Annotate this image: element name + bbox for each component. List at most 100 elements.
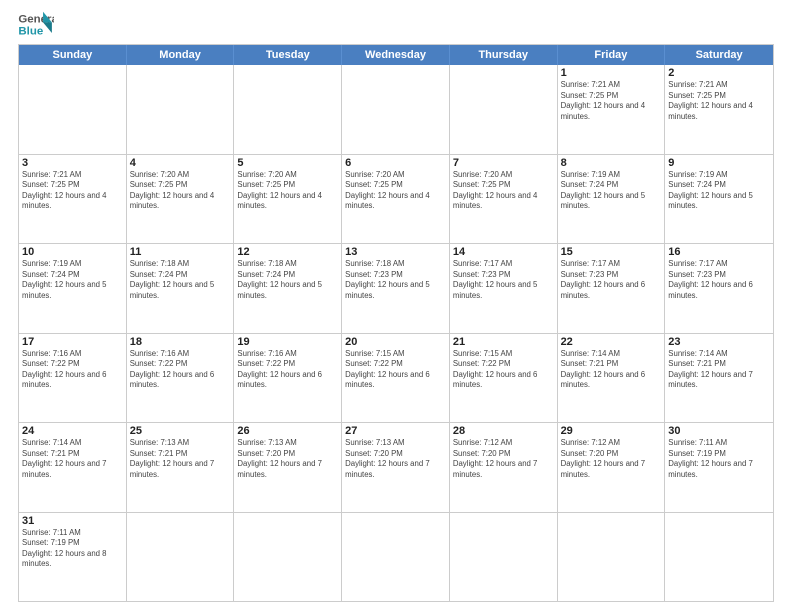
calendar-row: 31Sunrise: 7:11 AM Sunset: 7:19 PM Dayli… <box>19 512 773 602</box>
page: General Blue SundayMondayTuesdayWednesda… <box>0 0 792 612</box>
day-info: Sunrise: 7:16 AM Sunset: 7:22 PM Dayligh… <box>237 349 338 391</box>
calendar-cell: 10Sunrise: 7:19 AM Sunset: 7:24 PM Dayli… <box>19 244 127 333</box>
svg-text:Blue: Blue <box>18 26 43 38</box>
day-info: Sunrise: 7:12 AM Sunset: 7:20 PM Dayligh… <box>561 438 662 480</box>
day-info: Sunrise: 7:12 AM Sunset: 7:20 PM Dayligh… <box>453 438 554 480</box>
calendar-body: 1Sunrise: 7:21 AM Sunset: 7:25 PM Daylig… <box>19 65 773 601</box>
day-info: Sunrise: 7:11 AM Sunset: 7:19 PM Dayligh… <box>22 528 123 570</box>
day-info: Sunrise: 7:11 AM Sunset: 7:19 PM Dayligh… <box>668 438 770 480</box>
calendar-cell: 17Sunrise: 7:16 AM Sunset: 7:22 PM Dayli… <box>19 334 127 423</box>
calendar-cell <box>127 65 235 154</box>
calendar-cell: 19Sunrise: 7:16 AM Sunset: 7:22 PM Dayli… <box>234 334 342 423</box>
calendar-cell: 22Sunrise: 7:14 AM Sunset: 7:21 PM Dayli… <box>558 334 666 423</box>
day-number: 5 <box>237 157 338 169</box>
day-number: 26 <box>237 425 338 437</box>
calendar-cell: 15Sunrise: 7:17 AM Sunset: 7:23 PM Dayli… <box>558 244 666 333</box>
weekday-header: Tuesday <box>234 45 342 65</box>
day-info: Sunrise: 7:20 AM Sunset: 7:25 PM Dayligh… <box>237 170 338 212</box>
calendar-cell <box>450 65 558 154</box>
day-number: 31 <box>22 515 123 527</box>
calendar-row: 10Sunrise: 7:19 AM Sunset: 7:24 PM Dayli… <box>19 243 773 333</box>
calendar-cell: 2Sunrise: 7:21 AM Sunset: 7:25 PM Daylig… <box>665 65 773 154</box>
day-info: Sunrise: 7:14 AM Sunset: 7:21 PM Dayligh… <box>22 438 123 480</box>
calendar-cell: 18Sunrise: 7:16 AM Sunset: 7:22 PM Dayli… <box>127 334 235 423</box>
calendar-cell: 28Sunrise: 7:12 AM Sunset: 7:20 PM Dayli… <box>450 423 558 512</box>
calendar-cell: 31Sunrise: 7:11 AM Sunset: 7:19 PM Dayli… <box>19 513 127 602</box>
day-info: Sunrise: 7:13 AM Sunset: 7:21 PM Dayligh… <box>130 438 231 480</box>
calendar-cell: 8Sunrise: 7:19 AM Sunset: 7:24 PM Daylig… <box>558 155 666 244</box>
day-info: Sunrise: 7:16 AM Sunset: 7:22 PM Dayligh… <box>22 349 123 391</box>
day-info: Sunrise: 7:18 AM Sunset: 7:23 PM Dayligh… <box>345 259 446 301</box>
day-info: Sunrise: 7:13 AM Sunset: 7:20 PM Dayligh… <box>345 438 446 480</box>
calendar-row: 1Sunrise: 7:21 AM Sunset: 7:25 PM Daylig… <box>19 65 773 154</box>
calendar-cell <box>342 513 450 602</box>
day-number: 28 <box>453 425 554 437</box>
day-info: Sunrise: 7:20 AM Sunset: 7:25 PM Dayligh… <box>345 170 446 212</box>
day-info: Sunrise: 7:19 AM Sunset: 7:24 PM Dayligh… <box>668 170 770 212</box>
day-number: 24 <box>22 425 123 437</box>
calendar-cell: 11Sunrise: 7:18 AM Sunset: 7:24 PM Dayli… <box>127 244 235 333</box>
day-info: Sunrise: 7:14 AM Sunset: 7:21 PM Dayligh… <box>668 349 770 391</box>
calendar-cell: 1Sunrise: 7:21 AM Sunset: 7:25 PM Daylig… <box>558 65 666 154</box>
day-info: Sunrise: 7:15 AM Sunset: 7:22 PM Dayligh… <box>453 349 554 391</box>
calendar-cell: 23Sunrise: 7:14 AM Sunset: 7:21 PM Dayli… <box>665 334 773 423</box>
day-info: Sunrise: 7:13 AM Sunset: 7:20 PM Dayligh… <box>237 438 338 480</box>
calendar-cell <box>127 513 235 602</box>
day-info: Sunrise: 7:17 AM Sunset: 7:23 PM Dayligh… <box>453 259 554 301</box>
calendar-cell: 27Sunrise: 7:13 AM Sunset: 7:20 PM Dayli… <box>342 423 450 512</box>
day-number: 30 <box>668 425 770 437</box>
calendar-cell: 21Sunrise: 7:15 AM Sunset: 7:22 PM Dayli… <box>450 334 558 423</box>
calendar-cell: 16Sunrise: 7:17 AM Sunset: 7:23 PM Dayli… <box>665 244 773 333</box>
calendar-header: SundayMondayTuesdayWednesdayThursdayFrid… <box>19 45 773 65</box>
weekday-header: Saturday <box>665 45 773 65</box>
weekday-header: Friday <box>558 45 666 65</box>
day-number: 27 <box>345 425 446 437</box>
day-number: 29 <box>561 425 662 437</box>
calendar-cell: 6Sunrise: 7:20 AM Sunset: 7:25 PM Daylig… <box>342 155 450 244</box>
day-info: Sunrise: 7:20 AM Sunset: 7:25 PM Dayligh… <box>453 170 554 212</box>
day-number: 4 <box>130 157 231 169</box>
day-number: 1 <box>561 67 662 79</box>
day-info: Sunrise: 7:21 AM Sunset: 7:25 PM Dayligh… <box>561 80 662 122</box>
day-number: 20 <box>345 336 446 348</box>
day-number: 3 <box>22 157 123 169</box>
day-number: 6 <box>345 157 446 169</box>
day-info: Sunrise: 7:16 AM Sunset: 7:22 PM Dayligh… <box>130 349 231 391</box>
calendar-cell <box>665 513 773 602</box>
day-number: 17 <box>22 336 123 348</box>
calendar-row: 3Sunrise: 7:21 AM Sunset: 7:25 PM Daylig… <box>19 154 773 244</box>
day-info: Sunrise: 7:15 AM Sunset: 7:22 PM Dayligh… <box>345 349 446 391</box>
day-info: Sunrise: 7:21 AM Sunset: 7:25 PM Dayligh… <box>668 80 770 122</box>
calendar-cell: 25Sunrise: 7:13 AM Sunset: 7:21 PM Dayli… <box>127 423 235 512</box>
logo: General Blue <box>18 10 54 40</box>
calendar-cell: 7Sunrise: 7:20 AM Sunset: 7:25 PM Daylig… <box>450 155 558 244</box>
day-number: 18 <box>130 336 231 348</box>
calendar-cell: 3Sunrise: 7:21 AM Sunset: 7:25 PM Daylig… <box>19 155 127 244</box>
day-info: Sunrise: 7:14 AM Sunset: 7:21 PM Dayligh… <box>561 349 662 391</box>
weekday-header: Wednesday <box>342 45 450 65</box>
day-number: 16 <box>668 246 770 258</box>
calendar-cell: 30Sunrise: 7:11 AM Sunset: 7:19 PM Dayli… <box>665 423 773 512</box>
day-number: 13 <box>345 246 446 258</box>
day-number: 10 <box>22 246 123 258</box>
day-number: 14 <box>453 246 554 258</box>
day-info: Sunrise: 7:19 AM Sunset: 7:24 PM Dayligh… <box>561 170 662 212</box>
calendar-cell: 29Sunrise: 7:12 AM Sunset: 7:20 PM Dayli… <box>558 423 666 512</box>
day-number: 9 <box>668 157 770 169</box>
day-info: Sunrise: 7:21 AM Sunset: 7:25 PM Dayligh… <box>22 170 123 212</box>
weekday-header: Sunday <box>19 45 127 65</box>
weekday-header: Monday <box>127 45 235 65</box>
header: General Blue <box>18 10 774 40</box>
calendar-cell <box>19 65 127 154</box>
day-number: 2 <box>668 67 770 79</box>
calendar-cell: 12Sunrise: 7:18 AM Sunset: 7:24 PM Dayli… <box>234 244 342 333</box>
day-number: 21 <box>453 336 554 348</box>
day-number: 25 <box>130 425 231 437</box>
calendar-cell: 9Sunrise: 7:19 AM Sunset: 7:24 PM Daylig… <box>665 155 773 244</box>
day-number: 23 <box>668 336 770 348</box>
logo-icon: General Blue <box>18 10 54 40</box>
calendar-cell <box>450 513 558 602</box>
calendar-cell <box>342 65 450 154</box>
day-number: 19 <box>237 336 338 348</box>
calendar-cell: 5Sunrise: 7:20 AM Sunset: 7:25 PM Daylig… <box>234 155 342 244</box>
